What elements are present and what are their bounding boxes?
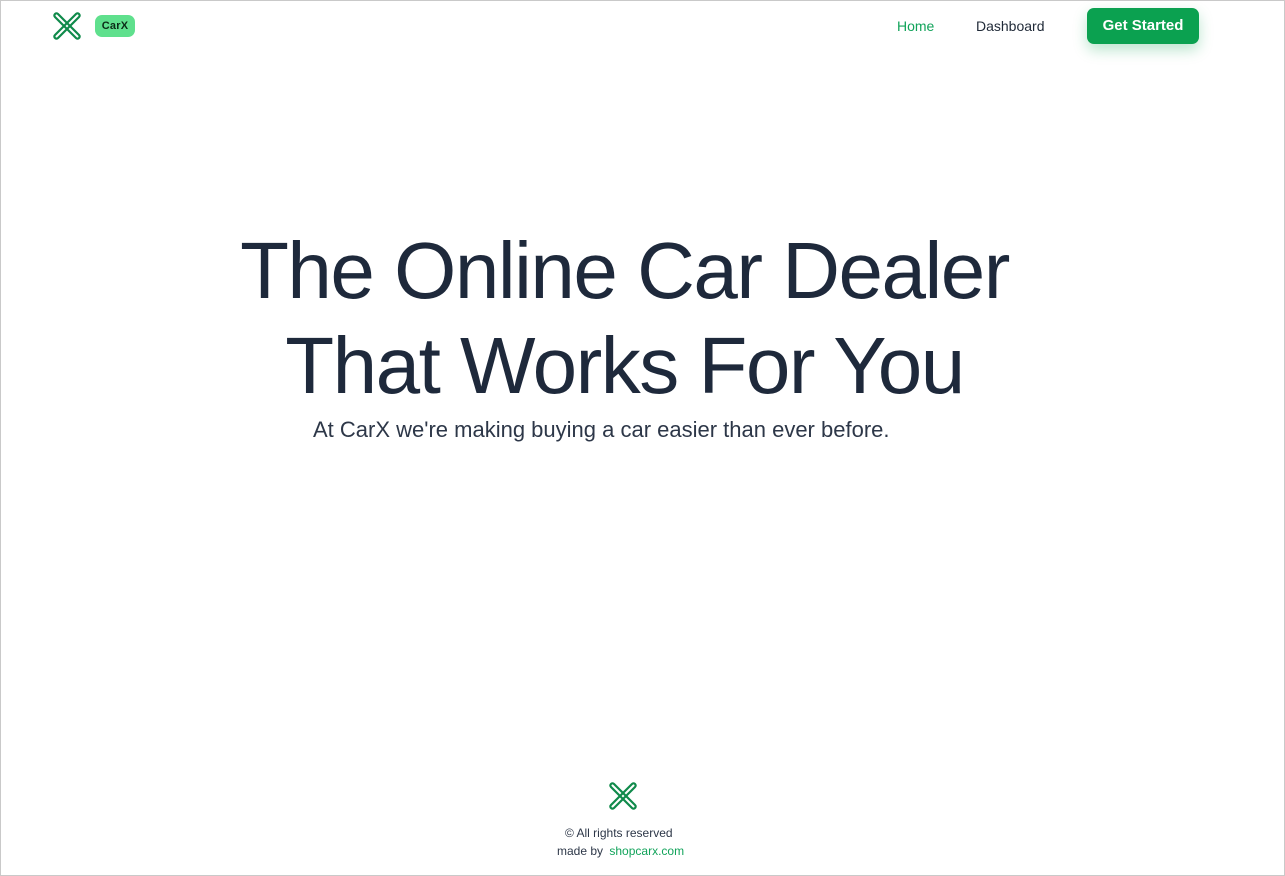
footer-site-link[interactable]: shopcarx.com xyxy=(609,844,684,858)
hero-title: The Online Car Dealer That Works For You xyxy=(1,223,1248,413)
footer-logo-icon xyxy=(609,782,637,810)
hero-title-line-1: The Online Car Dealer xyxy=(240,226,1010,315)
brand-badge: CarX xyxy=(95,15,135,37)
footer-made-by-label: made by xyxy=(557,844,604,858)
footer-made-by: made by shopcarx.com xyxy=(557,843,684,859)
logo-icon xyxy=(53,12,81,40)
nav-link-home[interactable]: Home xyxy=(897,16,934,36)
page-frame: CarX Home Dashboard Get Started The Onli… xyxy=(0,0,1285,876)
hero-subtitle: At CarX we're making buying a car easier… xyxy=(313,417,890,442)
footer-copyright: © All rights reserved xyxy=(565,826,673,840)
hero-title-line-2: That Works For You xyxy=(285,321,965,410)
get-started-button[interactable]: Get Started xyxy=(1087,8,1199,44)
nav-link-dashboard[interactable]: Dashboard xyxy=(976,16,1045,36)
